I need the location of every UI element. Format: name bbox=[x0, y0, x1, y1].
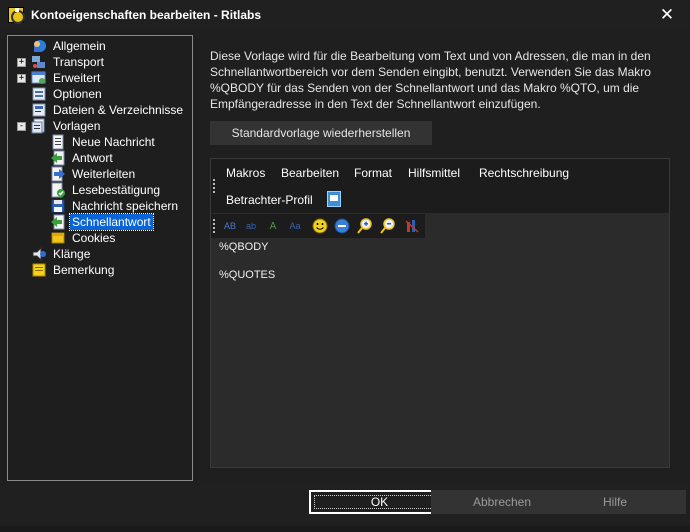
menu-makros[interactable]: Makros bbox=[226, 166, 265, 180]
menu-format[interactable]: Format bbox=[354, 166, 392, 180]
options-icon bbox=[32, 87, 46, 101]
toolbar-grip[interactable] bbox=[213, 179, 216, 193]
read-receipt-icon bbox=[51, 182, 65, 198]
tree-item-label: Antwort bbox=[72, 151, 113, 165]
editor-line-quotes: %QUOTES bbox=[219, 269, 276, 281]
window-title: Kontoeigenschaften bearbeiten - Ritlabs bbox=[31, 8, 262, 22]
ok-button[interactable]: OK bbox=[309, 490, 450, 514]
expand-icon[interactable]: + bbox=[17, 74, 26, 83]
editor-menubar: Makros Bearbeiten Format Hilfsmittel Rec… bbox=[211, 159, 669, 213]
menu-rechtschreibung[interactable]: Rechtschreibung bbox=[479, 166, 569, 180]
forward-icon bbox=[51, 166, 65, 182]
collapse-icon[interactable]: - bbox=[17, 122, 26, 131]
insert-icon[interactable] bbox=[333, 218, 351, 234]
help-button[interactable]: Hilfe bbox=[544, 490, 686, 514]
cookies-icon bbox=[51, 232, 65, 244]
menu-hilfsmittel[interactable]: Hilfsmittel bbox=[408, 166, 460, 180]
viewer-profile-icon[interactable] bbox=[327, 191, 341, 207]
reply-icon bbox=[51, 150, 65, 166]
tree-item-label: Cookies bbox=[72, 231, 116, 245]
ritlabs-app-icon bbox=[8, 7, 25, 24]
zoom-in-icon[interactable] bbox=[356, 218, 374, 234]
text-style-icon[interactable]: A bbox=[264, 218, 282, 234]
speaker-icon bbox=[32, 246, 46, 262]
smiley-icon[interactable] bbox=[311, 218, 329, 234]
zoom-out-icon[interactable] bbox=[379, 218, 397, 234]
tree-item-label: Schnellantwort bbox=[69, 213, 154, 231]
template-editor[interactable]: Makros Bearbeiten Format Hilfsmittel Rec… bbox=[210, 158, 670, 468]
tree-item-label: Optionen bbox=[53, 87, 102, 101]
tree-item-label: Vorlagen bbox=[53, 119, 101, 133]
spell-icon[interactable] bbox=[403, 218, 421, 234]
restore-default-template-button[interactable]: Standardvorlage wiederherstellen bbox=[210, 121, 432, 145]
save-message-icon bbox=[51, 199, 65, 213]
network-icon bbox=[32, 56, 45, 68]
tree-item-label: Allgemein bbox=[53, 39, 106, 53]
tree-item-label: Neue Nachricht bbox=[72, 135, 155, 149]
globe-user-icon bbox=[34, 40, 46, 52]
tree-item-label: Klänge bbox=[53, 247, 91, 261]
templates-icon bbox=[31, 118, 45, 134]
tree-item-label: Nachricht speichern bbox=[72, 199, 179, 213]
files-icon bbox=[32, 103, 46, 117]
tree-item-label: Transport bbox=[53, 55, 104, 69]
tree-item-label: Weiterleiten bbox=[72, 167, 136, 181]
font-color-icon[interactable]: ab bbox=[242, 218, 260, 234]
title-bar: Kontoeigenschaften bearbeiten - Ritlabs … bbox=[0, 0, 690, 30]
note-icon bbox=[32, 263, 46, 277]
viewer-profile-label[interactable]: Betrachter-Profil bbox=[226, 193, 313, 207]
template-description: Diese Vorlage wird für die Bearbeitung v… bbox=[210, 49, 651, 111]
font-size-icon[interactable]: Aa bbox=[286, 218, 304, 234]
font-ab-icon[interactable]: AB bbox=[221, 218, 239, 234]
close-button[interactable]: ✕ bbox=[644, 0, 690, 30]
tree-item-label: Lesebestätigung bbox=[72, 183, 161, 197]
editor-line-qbody: %QBODY bbox=[219, 241, 269, 253]
toolbar-grip[interactable] bbox=[213, 219, 216, 233]
window-icon bbox=[31, 71, 46, 84]
quick-reply-icon bbox=[51, 214, 65, 230]
editor-toolbar: AB ab A Aa bbox=[211, 214, 425, 238]
expand-icon[interactable]: + bbox=[17, 58, 26, 67]
settings-tree[interactable]: Allgemein + Transport + Erweitert Option… bbox=[7, 35, 193, 481]
document-icon bbox=[52, 134, 64, 150]
dialog-footer: OK Abbrechen Hilfe bbox=[0, 484, 690, 532]
menu-bearbeiten[interactable]: Bearbeiten bbox=[281, 166, 339, 180]
tree-item-label: Dateien & Verzeichnisse bbox=[53, 103, 184, 117]
tree-item-label: Bemerkung bbox=[53, 263, 115, 277]
tree-item-label: Erweitert bbox=[53, 71, 101, 85]
bottom-edge bbox=[0, 526, 690, 532]
